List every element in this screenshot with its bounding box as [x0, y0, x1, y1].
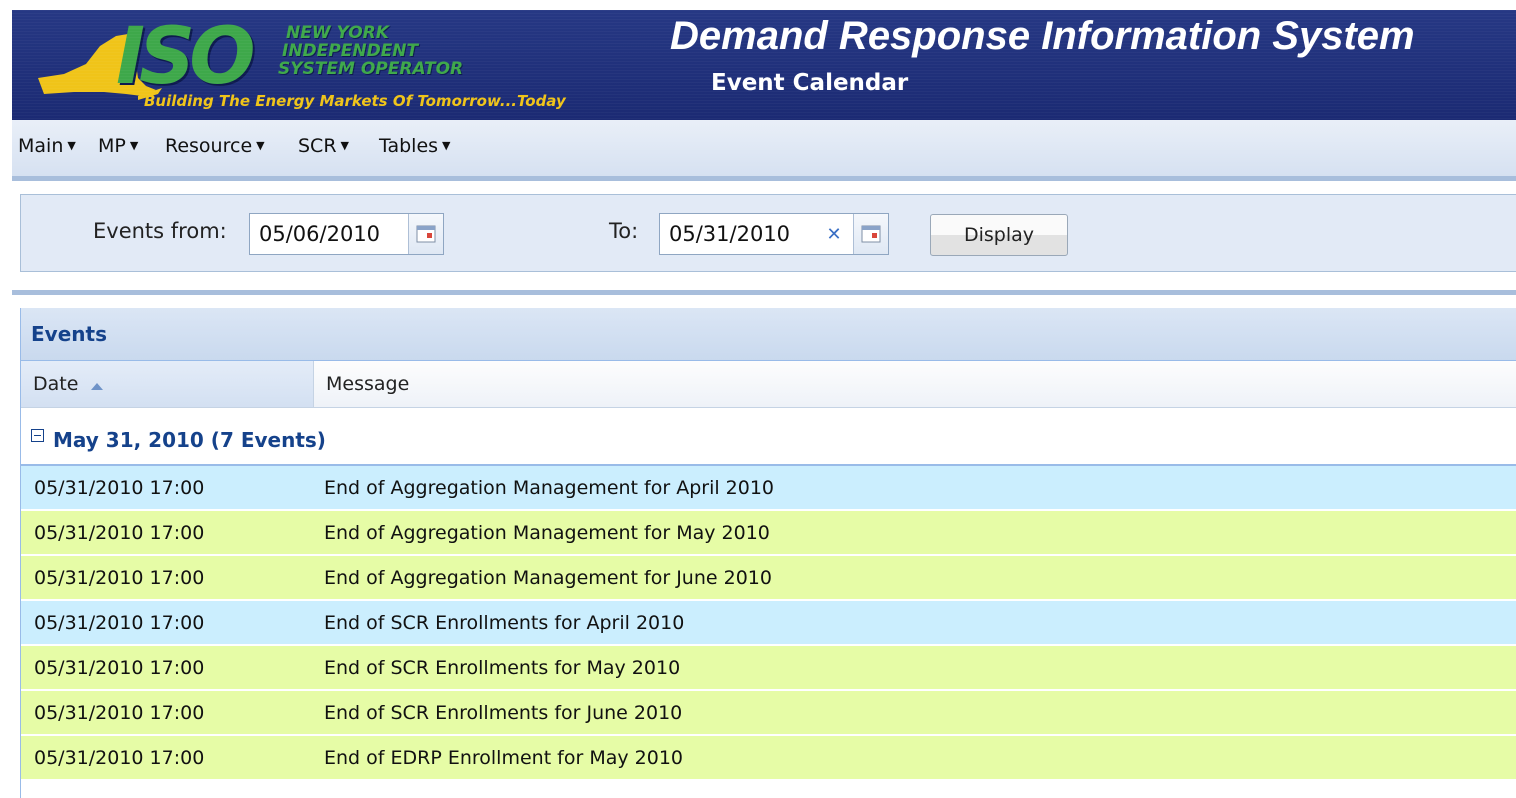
logo-line: INDEPENDENT [282, 41, 419, 61]
events-from-value[interactable]: 05/06/2010 [259, 222, 380, 246]
row-date: 05/31/2010 17:00 [34, 747, 205, 769]
row-date: 05/31/2010 17:00 [34, 522, 205, 544]
section-divider [12, 290, 1516, 295]
row-date: 05/31/2010 17:00 [34, 567, 205, 589]
menu-scr[interactable]: SCR ▼ [298, 135, 349, 157]
date-filter-panel: Events from: 05/06/2010 To: 05/31/2010 ✕… [20, 194, 1516, 272]
menu-mp-label: MP [98, 135, 126, 157]
row-message: End of SCR Enrollments for May 2010 [324, 657, 681, 679]
grid-title-bar: Events [21, 308, 1516, 361]
menu-scr-label: SCR [298, 135, 337, 157]
dropdown-caret-icon: ▼ [256, 139, 265, 152]
menu-resource[interactable]: Resource ▼ [165, 135, 265, 157]
table-row[interactable]: 05/31/2010 17:00 End of SCR Enrollments … [21, 691, 1516, 736]
menu-tables[interactable]: Tables ▼ [379, 135, 451, 157]
row-message: End of Aggregation Management for April … [324, 477, 775, 499]
row-date: 05/31/2010 17:00 [34, 477, 205, 499]
dropdown-caret-icon: ▼ [129, 139, 139, 152]
dropdown-caret-icon: ▼ [442, 139, 451, 152]
menu-tables-label: Tables [379, 135, 439, 157]
collapse-group-icon[interactable] [31, 429, 44, 442]
table-row[interactable]: 05/31/2010 17:00 End of Aggregation Mana… [21, 556, 1516, 601]
column-header-date[interactable]: Date [21, 361, 314, 408]
column-header-message[interactable]: Message [314, 361, 1516, 408]
new-york-state-map-icon [38, 34, 162, 100]
menu-main-label: Main [18, 135, 64, 157]
logo-line: SYSTEM OPERATOR [278, 59, 464, 79]
main-menu-bar: Main ▼ MP ▼ Resource ▼ SCR ▼ Tables ▼ [12, 120, 1516, 181]
row-message: End of SCR Enrollments for April 2010 [324, 612, 685, 634]
row-message: End of Aggregation Management for June 2… [324, 567, 772, 589]
group-header-row[interactable]: May 31, 2010 (7 Events) [21, 408, 1516, 466]
group-label: May 31, 2010 (7 Events) [53, 428, 326, 452]
logo-iso: ISO [116, 12, 255, 102]
clear-icon[interactable]: ✕ [818, 214, 850, 254]
table-row[interactable]: 05/31/2010 17:00 End of Aggregation Mana… [21, 466, 1516, 511]
menu-main[interactable]: Main ▼ [18, 135, 76, 157]
page-title: Event Calendar [711, 70, 909, 96]
events-from-field[interactable]: 05/06/2010 [249, 213, 444, 255]
column-header-date-label: Date [33, 373, 79, 395]
menu-resource-label: Resource [165, 135, 253, 157]
table-row[interactable]: 05/31/2010 17:00 End of SCR Enrollments … [21, 601, 1516, 646]
to-label: To: [609, 219, 639, 243]
app-header: ISO NEW YORK INDEPENDENT SYSTEM OPERATOR… [12, 10, 1516, 120]
events-grid: Events Date Message May 31, 2010 (7 Even… [20, 308, 1516, 798]
table-row[interactable]: 05/31/2010 17:00 End of Aggregation Mana… [21, 511, 1516, 556]
display-button[interactable]: Display [930, 214, 1068, 256]
row-date: 05/31/2010 17:00 [34, 612, 205, 634]
table-row[interactable]: 05/31/2010 17:00 End of SCR Enrollments … [21, 646, 1516, 691]
row-message: End of Aggregation Management for May 20… [324, 522, 770, 544]
events-from-label: Events from: [93, 219, 227, 243]
to-date-field[interactable]: 05/31/2010 ✕ [659, 213, 889, 255]
table-row[interactable]: 05/31/2010 17:00 End of EDRP Enrollment … [21, 736, 1516, 781]
logo-wordmark: NEW YORK INDEPENDENT SYSTEM OPERATOR [278, 23, 463, 78]
calendar-icon[interactable] [408, 214, 443, 254]
sort-ascending-icon [91, 383, 103, 390]
to-date-value[interactable]: 05/31/2010 [669, 222, 790, 246]
dropdown-caret-icon: ▼ [340, 139, 349, 152]
column-header-message-label: Message [326, 373, 410, 395]
logo-line: NEW YORK [286, 23, 389, 43]
menu-mp[interactable]: MP ▼ [98, 135, 138, 157]
row-message: End of SCR Enrollments for June 2010 [324, 702, 683, 724]
dropdown-caret-icon: ▼ [67, 139, 76, 152]
row-date: 05/31/2010 17:00 [34, 702, 205, 724]
grid-title: Events [31, 322, 107, 346]
logo-tagline: Building The Energy Markets Of Tomorrow.… [144, 92, 566, 110]
row-message: End of EDRP Enrollment for May 2010 [324, 747, 684, 769]
calendar-icon[interactable] [853, 214, 888, 254]
app-title: Demand Response Information System [670, 14, 1415, 58]
row-date: 05/31/2010 17:00 [34, 657, 205, 679]
